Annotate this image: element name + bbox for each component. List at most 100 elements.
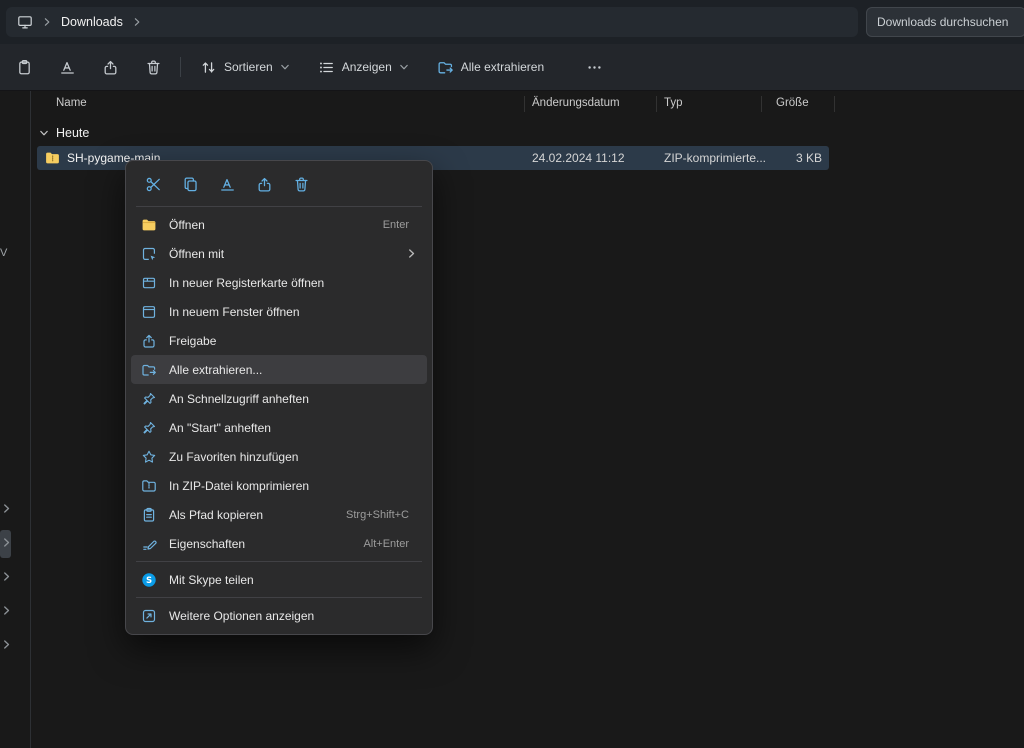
menu-separator xyxy=(136,206,422,207)
delete-icon xyxy=(145,59,162,76)
breadcrumb: Downloads xyxy=(6,7,858,37)
column-header-name[interactable]: Name xyxy=(56,97,87,109)
more-options-button[interactable] xyxy=(576,50,612,84)
nav-expand-chevron-icon[interactable] xyxy=(1,571,13,585)
column-header-date[interactable]: Änderungsdatum xyxy=(532,97,620,109)
column-separator xyxy=(524,96,525,112)
file-type: ZIP-komprimierte... xyxy=(664,151,766,165)
star-icon xyxy=(140,449,157,465)
nav-expand-chevron-icon[interactable] xyxy=(1,503,13,517)
copy-path-icon xyxy=(140,507,157,523)
zip-compress-icon xyxy=(140,478,157,494)
open-with-icon xyxy=(140,246,157,262)
paste-icon xyxy=(16,59,33,76)
column-separator xyxy=(834,96,835,112)
this-pc-icon xyxy=(17,14,33,30)
view-label: Anzeigen xyxy=(342,60,392,74)
menu-item-open[interactable]: Öffnen Enter xyxy=(131,210,427,239)
cut-button[interactable] xyxy=(137,169,169,199)
breadcrumb-downloads[interactable]: Downloads xyxy=(61,15,123,29)
menu-item-copy-path[interactable]: Als Pfad kopieren Strg+Shift+C xyxy=(131,500,427,529)
zip-folder-icon xyxy=(44,150,61,166)
nav-expand-chevron-icon[interactable] xyxy=(1,605,13,619)
menu-item-label: Öffnen mit xyxy=(169,247,406,261)
menu-item-more-options[interactable]: Weitere Optionen anzeigen xyxy=(131,601,427,630)
group-label: Heute xyxy=(56,126,89,140)
group-header-today[interactable]: Heute xyxy=(39,123,89,143)
menu-item-label: Mit Skype teilen xyxy=(169,573,418,587)
quick-actions-row xyxy=(130,165,428,203)
menu-item-open-new-tab[interactable]: In neuer Registerkarte öffnen xyxy=(131,268,427,297)
menu-item-pin-quick-access[interactable]: An Schnellzugriff anheften xyxy=(131,384,427,413)
menu-item-properties[interactable]: Eigenschaften Alt+Enter xyxy=(131,529,427,558)
share-icon xyxy=(140,333,157,349)
column-header-type[interactable]: Typ xyxy=(664,97,683,109)
menu-item-label: Freigabe xyxy=(169,334,418,348)
search-input[interactable] xyxy=(877,15,1015,29)
menu-item-label: Eigenschaften xyxy=(169,537,363,551)
menu-item-label: Weitere Optionen anzeigen xyxy=(169,609,418,623)
menu-item-label: Zu Favoriten hinzufügen xyxy=(169,450,418,464)
menu-item-skype-share[interactable]: Mit Skype teilen xyxy=(131,565,427,594)
column-separator xyxy=(761,96,762,112)
chevron-down-icon xyxy=(39,128,49,138)
extract-all-button[interactable]: Alle extrahieren xyxy=(427,50,554,84)
delete-button[interactable] xyxy=(285,169,317,199)
menu-item-label: An "Start" anheften xyxy=(169,421,418,435)
command-bar: Sortieren Anzeigen Alle extrahieren xyxy=(0,44,1024,91)
extract-icon xyxy=(437,59,454,76)
menu-item-label: In ZIP-Datei komprimieren xyxy=(169,479,418,493)
view-button[interactable]: Anzeigen xyxy=(308,50,419,84)
share-icon xyxy=(256,176,273,193)
submenu-chevron-icon xyxy=(406,248,417,259)
delete-icon xyxy=(293,176,310,193)
cut-icon xyxy=(145,176,162,193)
chevron-down-icon xyxy=(399,62,409,72)
menu-item-open-with[interactable]: Öffnen mit xyxy=(131,239,427,268)
menu-separator xyxy=(136,597,422,598)
copy-icon xyxy=(182,176,199,193)
menu-item-shortcut: Enter xyxy=(383,219,409,231)
chevron-right-icon xyxy=(132,17,142,27)
menu-item-open-new-window[interactable]: In neuem Fenster öffnen xyxy=(131,297,427,326)
menu-item-label: Alle extrahieren... xyxy=(169,363,418,377)
copy-button[interactable] xyxy=(174,169,206,199)
sort-button[interactable]: Sortieren xyxy=(190,50,300,84)
delete-button[interactable] xyxy=(135,50,171,84)
column-header-size[interactable]: Größe xyxy=(776,97,809,109)
share-icon xyxy=(102,59,119,76)
share-button[interactable] xyxy=(92,50,128,84)
menu-item-share[interactable]: Freigabe xyxy=(131,326,427,355)
column-separator xyxy=(656,96,657,112)
menu-item-compress-zip[interactable]: In ZIP-Datei komprimieren xyxy=(131,471,427,500)
folder-open-icon xyxy=(140,217,157,233)
menu-item-add-favorites[interactable]: Zu Favoriten hinzufügen xyxy=(131,442,427,471)
menu-item-label: Als Pfad kopieren xyxy=(169,508,346,522)
toolbar-separator xyxy=(180,57,181,77)
search-box xyxy=(866,7,1024,37)
address-bar: Downloads xyxy=(0,0,1024,44)
new-tab-icon xyxy=(140,275,157,291)
new-window-icon xyxy=(140,304,157,320)
paste-button[interactable] xyxy=(6,50,42,84)
extract-icon xyxy=(140,362,157,378)
nav-expand-chevron-icon[interactable] xyxy=(1,639,13,653)
more-icon xyxy=(586,59,603,76)
more-options-icon xyxy=(140,608,157,624)
menu-item-extract-all[interactable]: Alle extrahieren... xyxy=(131,355,427,384)
share-button[interactable] xyxy=(248,169,280,199)
sort-label: Sortieren xyxy=(224,60,273,74)
rename-button[interactable] xyxy=(49,50,85,84)
menu-item-label: An Schnellzugriff anheften xyxy=(169,392,418,406)
menu-item-shortcut: Strg+Shift+C xyxy=(346,509,409,521)
menu-item-pin-start[interactable]: An "Start" anheften xyxy=(131,413,427,442)
view-icon xyxy=(318,59,335,76)
sort-icon xyxy=(200,59,217,76)
nav-expand-chevron-icon[interactable] xyxy=(1,537,13,551)
extract-label: Alle extrahieren xyxy=(461,60,544,74)
rename-icon xyxy=(219,176,236,193)
file-size: 3 KB xyxy=(796,151,822,165)
rename-button[interactable] xyxy=(211,169,243,199)
properties-icon xyxy=(140,536,157,552)
menu-item-shortcut: Alt+Enter xyxy=(363,538,409,550)
